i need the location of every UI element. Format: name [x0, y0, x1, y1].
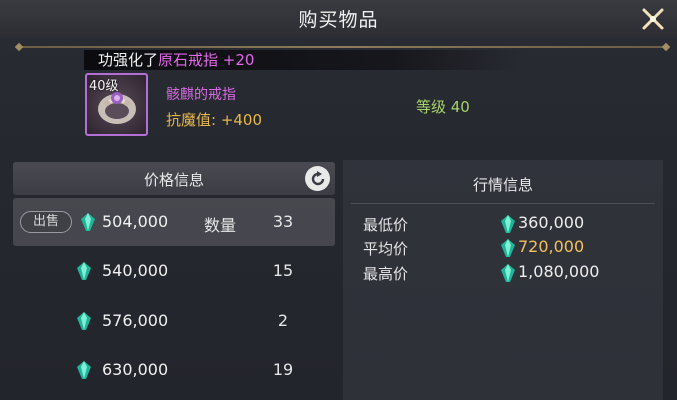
- price-row[interactable]: 540,000 15: [13, 247, 335, 295]
- market-value: 360,000: [518, 213, 585, 232]
- green-gem-icon: [81, 213, 95, 231]
- green-gem-icon: [501, 239, 515, 257]
- market-divider: [351, 203, 655, 204]
- price-value: 576,000: [102, 311, 169, 330]
- price-value: 630,000: [102, 360, 169, 379]
- close-icon: [642, 8, 664, 30]
- item-level-requirement: 等级 40: [416, 98, 470, 116]
- market-row-lowest: 最低价 360,000: [343, 212, 663, 236]
- item-level-badge: 40级: [89, 79, 119, 94]
- market-value: 1,080,000: [518, 262, 600, 281]
- close-button[interactable]: [633, 0, 673, 38]
- quantity-label: 数量: [204, 216, 237, 235]
- banner-item: 原石戒指 +20: [158, 51, 255, 69]
- market-info-title: 行情信息: [472, 176, 533, 194]
- green-gem-icon: [501, 215, 515, 233]
- window-title: 购买物品: [298, 9, 379, 31]
- item-name: 骸麒的戒指: [166, 87, 236, 103]
- market-label: 最低价: [363, 216, 409, 234]
- price-info-header: 价格信息: [13, 162, 335, 195]
- quantity-value: 33: [272, 212, 294, 231]
- refresh-icon: [311, 170, 324, 185]
- quantity-value: 2: [277, 311, 289, 330]
- price-row[interactable]: 630,000 19: [13, 346, 335, 394]
- market-info-panel: 行情信息 最低价 360,000 平均价 720,000 最高价 1,080,0…: [343, 160, 663, 400]
- green-gem-icon: [501, 264, 515, 282]
- market-label: 最高价: [363, 265, 409, 283]
- item-stat: 抗魔值: +400: [166, 111, 263, 129]
- refresh-button[interactable]: [305, 166, 330, 191]
- market-row-average: 平均价 720,000: [343, 236, 663, 260]
- sell-button[interactable]: 出售: [20, 211, 72, 233]
- market-label: 平均价: [363, 240, 409, 258]
- price-info-title: 价格信息: [143, 171, 204, 189]
- title-bar: 购买物品: [0, 0, 677, 38]
- item-icon-frame[interactable]: 40级: [85, 73, 148, 136]
- market-value: 720,000: [518, 237, 585, 256]
- quantity-value: 15: [272, 261, 294, 280]
- quantity-value: 19: [272, 360, 294, 379]
- enhance-banner: 功强化了原石戒指 +20: [84, 50, 524, 70]
- green-gem-icon: [77, 262, 91, 280]
- green-gem-icon: [77, 312, 91, 330]
- price-row[interactable]: 576,000 2: [13, 297, 335, 345]
- price-row[interactable]: 出售 504,000 数量 33: [13, 198, 335, 246]
- price-value: 504,000: [102, 212, 169, 231]
- title-divider: [20, 46, 665, 48]
- market-row-highest: 最高价 1,080,000: [343, 261, 663, 285]
- price-value: 540,000: [102, 261, 169, 280]
- green-gem-icon: [77, 361, 91, 379]
- banner-prefix: 功强化了: [98, 51, 159, 69]
